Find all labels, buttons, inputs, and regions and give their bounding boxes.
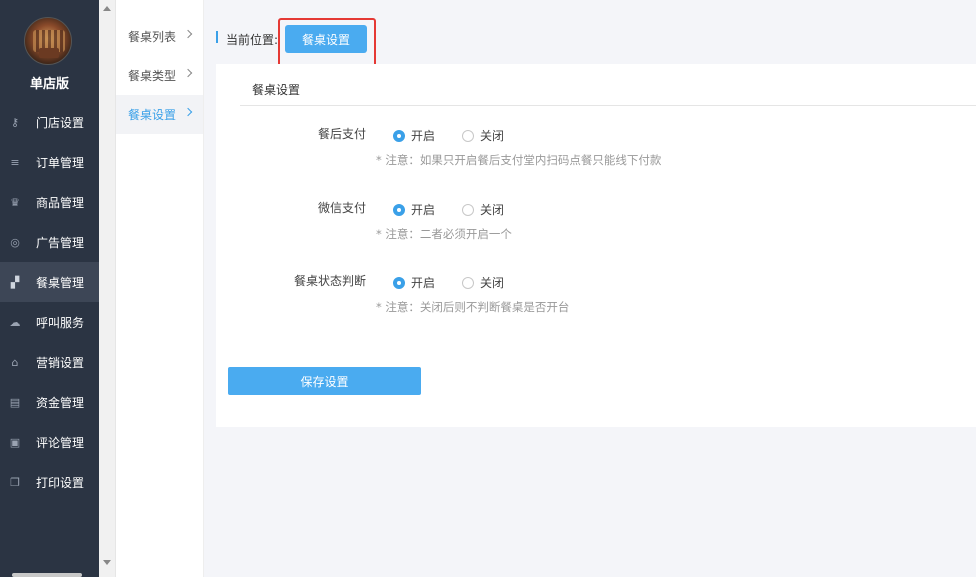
- panel-title: 餐桌设置: [252, 83, 301, 97]
- nav-item-label: 呼叫服务: [36, 315, 85, 330]
- nav-item-label: 餐桌管理: [36, 275, 85, 290]
- radio-checked-icon: [393, 276, 405, 289]
- nav-item-label: 评论管理: [36, 435, 85, 450]
- sub-item-label: 餐桌列表: [128, 30, 177, 44]
- nav-item-products[interactable]: ♛ 商品管理: [0, 182, 99, 222]
- radio-label: 开启: [411, 276, 436, 290]
- field-note: * 注意：二者必须开启一个: [376, 227, 512, 241]
- radio-label: 开启: [411, 203, 436, 217]
- main-sidebar: 单店版 ⚷ 门店设置 ≡ 订单管理 ♛ 商品管理 ◎ 广告管理 ▞ 餐桌管理 ☁…: [0, 0, 99, 577]
- scroll-down-arrow-icon[interactable]: [103, 560, 111, 565]
- field-label-post-meal-payment: 餐后支付: [317, 127, 366, 141]
- shop-name: 单店版: [29, 77, 69, 92]
- field-label-wechat-payment: 微信支付: [317, 201, 366, 215]
- horizontal-scrollbar-thumb[interactable]: [12, 573, 82, 577]
- sub-item-table-settings[interactable]: 餐桌设置: [116, 95, 203, 134]
- nav-item-print-settings[interactable]: ❐ 打印设置: [0, 462, 99, 502]
- radio-unchecked-icon: [462, 203, 474, 216]
- nav-item-tables[interactable]: ▞ 餐桌管理: [0, 262, 99, 302]
- breadcrumb-accent-bar: [216, 31, 218, 43]
- field-note: * 注意：如果只开启餐后支付堂内扫码点餐只能线下付款: [376, 153, 662, 167]
- nav-item-label: 打印设置: [36, 475, 85, 490]
- main-nav: ⚷ 门店设置 ≡ 订单管理 ♛ 商品管理 ◎ 广告管理 ▞ 餐桌管理 ☁ 呼叫服…: [0, 102, 99, 502]
- lifebuoy-icon: ◎: [10, 235, 20, 249]
- save-settings-button[interactable]: 保存设置: [228, 367, 421, 395]
- field-note: * 注意：关闭后则不判断餐桌是否开台: [376, 300, 570, 314]
- scroll-up-arrow-icon[interactable]: [103, 6, 111, 11]
- chevron-right-icon: [183, 107, 193, 117]
- nav-item-label: 营销设置: [36, 355, 85, 370]
- settings-panel: 餐桌设置 餐后支付 开启 关闭 * 注意：如果只开启餐后支付堂内扫码点餐只能线下…: [216, 64, 976, 427]
- radio-label: 关闭: [480, 129, 505, 143]
- radio-checked-icon: [393, 129, 405, 142]
- sidebar-scrollbar[interactable]: [99, 0, 116, 577]
- chevron-right-icon: [183, 68, 193, 78]
- post-meal-payment-on-radio[interactable]: 开启: [393, 127, 435, 144]
- radio-label: 关闭: [480, 276, 505, 290]
- radio-label: 关闭: [480, 203, 505, 217]
- nav-item-call-service[interactable]: ☁ 呼叫服务: [0, 302, 99, 342]
- radio-unchecked-icon: [462, 276, 474, 289]
- nav-item-label: 资金管理: [36, 395, 85, 410]
- panel-divider: [240, 105, 976, 106]
- table-status-check-on-radio[interactable]: 开启: [393, 274, 435, 291]
- radio-unchecked-icon: [462, 129, 474, 142]
- sub-item-label: 餐桌设置: [128, 108, 177, 122]
- sub-menu: 餐桌列表 餐桌类型 餐桌设置: [116, 0, 204, 577]
- nav-item-label: 商品管理: [36, 195, 85, 210]
- field-label-table-status-check: 餐桌状态判断: [293, 274, 366, 288]
- table-status-check-off-radio[interactable]: 关闭: [462, 274, 504, 291]
- gift-icon: ⌂: [11, 355, 19, 369]
- shop-avatar: [24, 17, 72, 65]
- nav-item-label: 广告管理: [36, 235, 85, 250]
- radio-label: 开启: [411, 129, 436, 143]
- key-icon: ⚷: [10, 115, 20, 129]
- sub-item-label: 餐桌类型: [128, 69, 177, 83]
- sub-item-table-list[interactable]: 餐桌列表: [116, 17, 203, 56]
- main-content: 当前位置: 餐桌设置 餐桌设置 餐后支付 开启 关闭 * 注意：如果只开启餐后支…: [204, 0, 976, 577]
- menu-icon: ≡: [10, 155, 20, 169]
- nav-item-reviews[interactable]: ▣ 评论管理: [0, 422, 99, 462]
- money-icon: ▣: [9, 435, 21, 449]
- copy-icon: ❐: [10, 475, 20, 489]
- breadcrumb-label: 当前位置:: [226, 33, 279, 47]
- book-icon: ▤: [9, 395, 21, 409]
- trophy-icon: ♛: [10, 195, 20, 209]
- nav-item-marketing[interactable]: ⌂ 营销设置: [0, 342, 99, 382]
- wechat-payment-on-radio[interactable]: 开启: [393, 201, 435, 218]
- post-meal-payment-off-radio[interactable]: 关闭: [462, 127, 504, 144]
- nav-item-label: 订单管理: [36, 155, 85, 170]
- binoculars-icon: ▞: [10, 275, 20, 289]
- nav-item-orders[interactable]: ≡ 订单管理: [0, 142, 99, 182]
- nav-item-store-settings[interactable]: ⚷ 门店设置: [0, 102, 99, 142]
- radio-checked-icon: [393, 203, 405, 216]
- wechat-payment-off-radio[interactable]: 关闭: [462, 201, 504, 218]
- cloud-icon: ☁: [9, 315, 21, 329]
- breadcrumb-current-button[interactable]: 餐桌设置: [285, 25, 367, 53]
- nav-item-ads[interactable]: ◎ 广告管理: [0, 222, 99, 262]
- nav-item-finance[interactable]: ▤ 资金管理: [0, 382, 99, 422]
- chevron-right-icon: [183, 29, 193, 39]
- sub-item-table-types[interactable]: 餐桌类型: [116, 56, 203, 95]
- nav-item-label: 门店设置: [36, 115, 85, 130]
